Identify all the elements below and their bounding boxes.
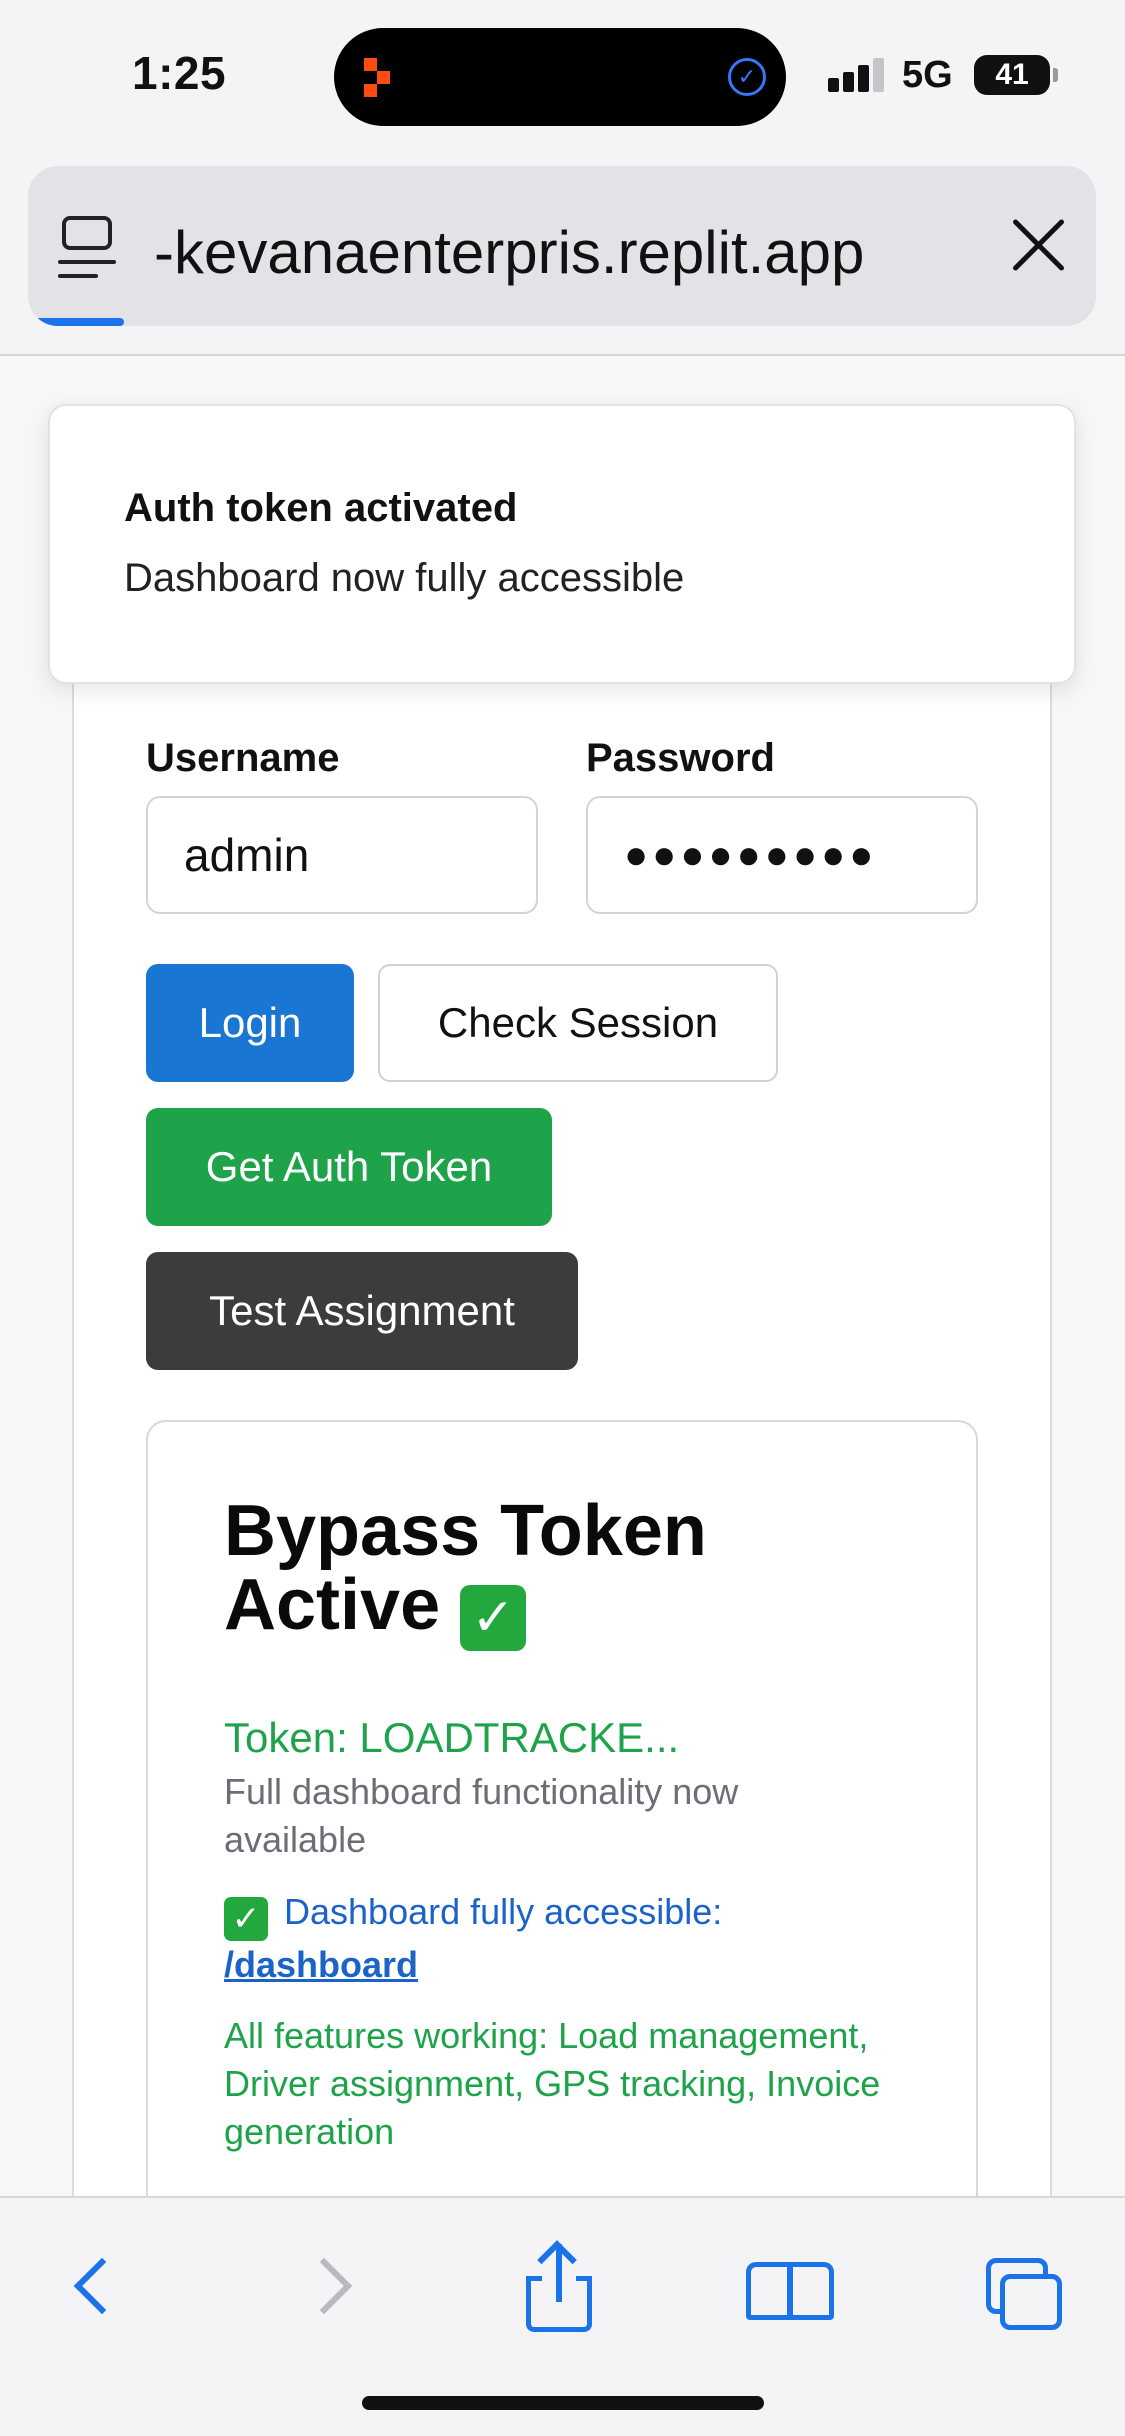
status-bar: 1:25 ✓ 5G 41 [0, 0, 1125, 150]
dashboard-status-text: Dashboard fully accessible: [284, 1891, 723, 1932]
toast-description: Dashboard now fully accessible [124, 556, 685, 600]
username-label: Username [146, 736, 340, 780]
url-text[interactable]: -kevanaenterpris.replit.app [154, 218, 994, 287]
status-time: 1:25 [132, 47, 227, 99]
toast-title: Auth token activated [124, 486, 518, 530]
signal-icon [828, 58, 886, 92]
test-assignment-button[interactable]: Test Assignment [146, 1252, 578, 1370]
password-label: Password [586, 736, 775, 780]
tab-switcher-icon[interactable] [972, 2240, 1072, 2340]
forward-icon[interactable] [284, 2240, 384, 2340]
back-icon[interactable] [44, 2240, 144, 2340]
check-session-button[interactable]: Check Session [378, 964, 778, 1082]
network-type: 5G [902, 54, 953, 96]
token-status-card: Bypass Token Active ✓ Token: LOADTRACKE.… [146, 1420, 978, 2196]
battery-icon: 41 [974, 55, 1058, 95]
token-value: Token: LOADTRACKE... [224, 1714, 680, 1761]
dashboard-link[interactable]: /dashboard [224, 1944, 418, 1985]
tabs-icon[interactable] [58, 216, 118, 282]
checkmark-icon: ✓ [728, 58, 766, 96]
share-icon[interactable] [504, 2240, 604, 2340]
home-indicator [362, 2396, 764, 2410]
username-field[interactable]: admin [146, 796, 538, 914]
check-mark-icon: ✓ [460, 1585, 527, 1651]
dashboard-status: ✓ Dashboard fully accessible: /dashboard [224, 1888, 864, 1989]
address-bar[interactable]: -kevanaenterpris.replit.app [28, 166, 1096, 326]
bookmarks-icon[interactable] [740, 2240, 840, 2340]
check-mark-icon: ✓ [224, 1897, 268, 1941]
app-activity-icon [364, 58, 402, 97]
dynamic-island: ✓ [334, 28, 786, 126]
close-icon[interactable] [1006, 212, 1070, 276]
features-list: All features working: Load management, D… [224, 2015, 881, 2152]
browser-top-bar: -kevanaenterpris.replit.app [0, 150, 1125, 356]
page-load-progress [28, 318, 125, 326]
login-button[interactable]: Login [146, 964, 354, 1082]
token-note: Full dashboard functionality now availab… [224, 1771, 739, 1860]
toast-notification[interactable]: Auth token activated Dashboard now fully… [48, 404, 1076, 684]
get-auth-token-button[interactable]: Get Auth Token [146, 1108, 552, 1226]
password-field[interactable]: ●●●●●●●●● [586, 796, 978, 914]
token-status-title: Bypass Token Active ✓ [224, 1494, 904, 1651]
